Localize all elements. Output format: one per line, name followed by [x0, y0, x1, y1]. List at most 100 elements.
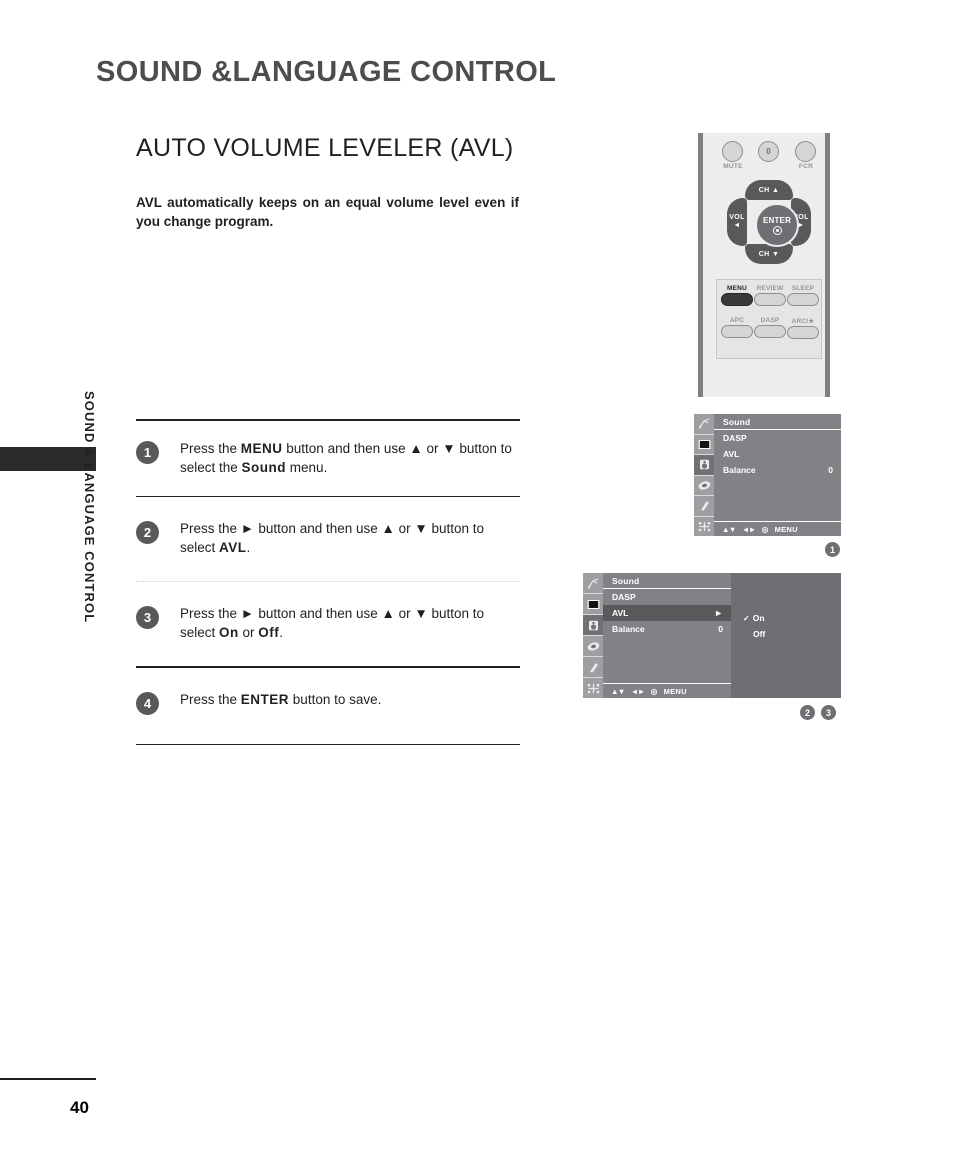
osd-sound-menu: Sound DASP AVL Balance 0 ▲▼ ◄► ◎ MENU — [694, 414, 841, 536]
remote-sleep-label: SLEEP — [791, 285, 815, 292]
remote-channel-up-button[interactable]: CH ▲ — [745, 180, 793, 200]
osd-avl-options-panel: ✓ On Off — [731, 573, 841, 698]
callout-marker-1: 1 — [825, 542, 840, 557]
osd-option-on[interactable]: ✓ On — [743, 613, 765, 623]
remote-arc-button[interactable]: ARC/★ — [787, 317, 819, 339]
osd-row-value: 0 — [828, 465, 833, 475]
osd-sound-icon[interactable] — [583, 615, 603, 636]
osd-screen-icon[interactable] — [694, 517, 714, 537]
remote-menu-key — [721, 293, 753, 306]
remote-mute-button[interactable]: MUTE — [722, 141, 746, 170]
remote-sleep-key — [787, 293, 819, 306]
remote-navigation-pad: CH ▲ CH ▼ VOL ◄ VOL ► ENTER — [719, 177, 819, 267]
remote-control-illustration: MUTE 0 FCR CH ▲ CH ▼ VOL ◄ VOL ► ENTER M… — [698, 133, 830, 397]
checkmark-icon: ✓ — [743, 613, 750, 623]
osd-footer-menu-label: MENU — [774, 524, 798, 534]
remote-fcr-cap — [795, 141, 816, 162]
remote-enter-label: ENTER — [762, 215, 792, 225]
osd-menu-rows: DASP AVL Balance 0 — [714, 430, 841, 478]
remote-dasp-key — [754, 325, 786, 338]
step-item-1: 1 Press the MENU button and then use ▲ o… — [136, 421, 520, 496]
osd-antenna-icon[interactable] — [694, 414, 714, 435]
osd-row-value: 0 — [718, 624, 723, 634]
step-item-2: 2 Press the ► button and then use ▲ or ▼… — [136, 497, 520, 581]
remote-menu-button[interactable]: MENU — [721, 285, 753, 306]
remote-channel-down-button[interactable]: CH ▼ — [745, 244, 793, 264]
remote-sleep-button[interactable]: SLEEP — [787, 285, 819, 306]
osd-row-balance[interactable]: Balance 0 — [603, 621, 731, 637]
leftright-arrows-icon: ◄► — [630, 686, 645, 696]
remote-zero-cap: 0 — [758, 141, 779, 162]
osd-icon-column — [694, 414, 714, 536]
osd-icon-column — [583, 573, 603, 698]
osd-special-icon[interactable] — [583, 657, 603, 678]
osd-screen-icon[interactable] — [583, 678, 603, 698]
osd-menu-title: Sound — [603, 573, 731, 589]
chapter-title: SOUND &LANGUAGE CONTROL — [96, 56, 557, 88]
osd-option-label: On — [752, 613, 765, 623]
remote-arc-label: ARC/★ — [791, 318, 815, 325]
osd-row-avl[interactable]: AVL ► — [603, 605, 731, 621]
remote-function-keypad: MENU REVIEW SLEEP APC DASP ARC/★ — [716, 279, 822, 359]
enter-icon: ◎ — [761, 524, 769, 534]
remote-zero-button[interactable]: 0 — [758, 141, 782, 163]
remote-volume-down-button[interactable]: VOL ◄ — [727, 198, 747, 246]
remote-fcr-button[interactable]: FCR — [795, 141, 819, 170]
enter-icon: ◎ — [650, 686, 658, 696]
step-text-1: Press the MENU button and then use ▲ or … — [180, 440, 512, 475]
osd-row-label: DASP — [723, 433, 747, 443]
step-text-4: Press the ENTER button to save. — [180, 691, 382, 707]
step-divider — [136, 743, 520, 745]
osd-footer-bar: ▲▼ ◄► ◎ MENU — [714, 521, 841, 536]
osd-row-label: Balance — [723, 465, 756, 475]
osd-sound-icon[interactable] — [694, 455, 714, 476]
remote-dasp-label: DASP — [760, 317, 780, 324]
step-item-4: 4 Press the ENTER button to save. — [136, 668, 520, 744]
osd-picture-icon[interactable] — [694, 435, 714, 455]
leftright-arrows-icon: ◄► — [741, 524, 756, 534]
osd-sound-avl-submenu: Sound DASP AVL ► Balance 0 ▲▼ ◄► ◎ MENU … — [583, 573, 841, 698]
remote-review-key — [754, 293, 786, 306]
osd-antenna-icon[interactable] — [583, 573, 603, 594]
osd-footer-menu-label: MENU — [663, 686, 687, 696]
osd-picture-icon[interactable] — [583, 594, 603, 615]
remote-top-button-row: MUTE 0 FCR — [703, 141, 825, 175]
updown-arrows-icon: ▲▼ — [611, 686, 625, 696]
remote-mute-cap — [722, 141, 743, 162]
callout-marker-2: 2 — [800, 705, 815, 720]
osd-row-dasp[interactable]: DASP — [603, 589, 731, 605]
osd-timer-icon[interactable] — [583, 636, 603, 657]
osd-row-dasp[interactable]: DASP — [714, 430, 841, 446]
osd-menu-rows: DASP AVL ► Balance 0 — [603, 589, 731, 637]
footer-divider — [0, 1078, 96, 1080]
page-number: 40 — [70, 1098, 89, 1117]
remote-enter-button[interactable]: ENTER — [755, 203, 799, 247]
osd-row-label: Balance — [612, 624, 645, 634]
enter-dot-icon — [772, 225, 782, 235]
step-badge-1: 1 — [136, 440, 159, 464]
osd-row-label: AVL — [723, 449, 740, 459]
step-badge-2: 2 — [136, 521, 159, 544]
steps-list: 1 Press the MENU button and then use ▲ o… — [136, 419, 520, 745]
osd-option-off[interactable]: Off — [743, 629, 765, 639]
remote-review-label: REVIEW — [756, 285, 784, 292]
osd-row-label: AVL — [612, 608, 629, 618]
remote-review-button[interactable]: REVIEW — [754, 285, 786, 306]
remote-apc-button[interactable]: APC — [721, 317, 753, 338]
remote-dasp-button[interactable]: DASP — [754, 317, 786, 338]
step-text-3: Press the ► button and then use ▲ or ▼ b… — [180, 606, 485, 640]
osd-row-label: DASP — [612, 592, 636, 602]
remote-apc-key — [721, 325, 753, 338]
manual-page: SOUND &LANGUAGE CONTROL AUTO VOLUME LEVE… — [0, 0, 954, 1163]
remote-menu-label: MENU — [727, 285, 747, 292]
step-badge-3: 3 — [136, 606, 159, 629]
remote-mute-label: MUTE — [723, 163, 743, 170]
chevron-right-icon: ► — [714, 608, 723, 618]
remote-apc-label: APC — [729, 317, 745, 324]
osd-special-icon[interactable] — [694, 496, 714, 517]
step-item-3: 3 Press the ► button and then use ▲ or ▼… — [136, 582, 520, 666]
osd-timer-icon[interactable] — [694, 476, 714, 496]
osd-row-balance[interactable]: Balance 0 — [714, 462, 841, 478]
osd-row-avl[interactable]: AVL — [714, 446, 841, 462]
remote-fcr-label: FCR — [798, 163, 814, 170]
